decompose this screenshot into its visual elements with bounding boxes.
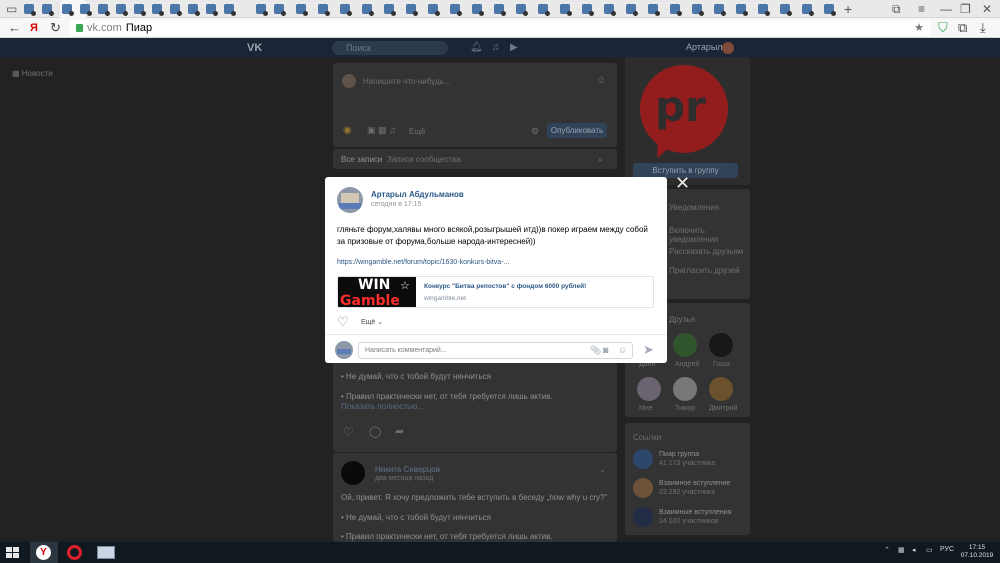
vk-tab-icon[interactable] (274, 4, 286, 16)
comment-placeholder: Написать комментарий... (365, 347, 447, 354)
vk-tab-icon[interactable] (62, 4, 74, 16)
comment-input[interactable]: Написать комментарий... 📎︎ ◙ ☺ (358, 342, 633, 359)
commenter-avatar (335, 341, 353, 359)
star-icon[interactable]: ☆ (400, 279, 410, 292)
snippet-domain: wingamble.net (424, 295, 466, 302)
vk-tab-icon[interactable] (134, 4, 146, 16)
vk-tab-icon[interactable] (152, 4, 164, 16)
vk-tab-icon[interactable] (560, 4, 572, 16)
author-avatar[interactable] (337, 187, 363, 213)
close-modal-icon[interactable]: ✕ (675, 174, 690, 192)
vk-tab-icon[interactable] (340, 4, 352, 16)
menu-icon[interactable]: ≡ (918, 2, 925, 16)
vk-tab-icon[interactable] (758, 4, 770, 16)
like-icon[interactable]: ♡ (337, 315, 349, 328)
vk-tab-icon[interactable] (428, 4, 440, 16)
bookmark-icon[interactable]: ★ (914, 20, 924, 36)
new-tab-button[interactable]: + (844, 2, 852, 16)
camera-icon[interactable]: ◙ (603, 343, 608, 358)
lock-icon (76, 24, 83, 32)
vk-tab-icon[interactable] (824, 4, 836, 16)
vk-tab-icon[interactable] (384, 4, 396, 16)
tray-network-icon[interactable]: ▦ (898, 546, 905, 554)
send-icon[interactable]: ➤ (643, 343, 654, 357)
vk-tab-icon[interactable] (692, 4, 704, 16)
vk-tab-icon[interactable] (714, 4, 726, 16)
vk-tab-icon[interactable] (670, 4, 682, 16)
opera-taskbar-icon[interactable] (61, 542, 89, 563)
vk-tab-icon[interactable] (188, 4, 200, 16)
vk-tab-icon[interactable] (256, 4, 268, 16)
emoji-icon[interactable]: ☺ (618, 343, 627, 358)
vk-tab-icon[interactable] (80, 4, 92, 16)
address-bar[interactable]: vk.com Пиар ★ (70, 20, 930, 36)
windows-start-icon[interactable] (6, 547, 19, 558)
taskbar-clock[interactable]: 17:15 07.10.2019 (960, 544, 994, 560)
link-snippet[interactable]: WIN Gamble ☆ Конкурс "Битва репостов" с … (337, 276, 654, 308)
restore-icon[interactable]: ❐ (960, 2, 971, 16)
more-dropdown[interactable]: Ещё ⌄ (361, 318, 383, 326)
windows-taskbar: Y ⌃ ▦ ◂ ▭ РУС 17:15 07.10.2019 (0, 542, 1000, 563)
tray-battery-icon[interactable]: ▭ (926, 546, 933, 554)
chevron-down-icon: ⌄ (377, 319, 384, 326)
divider (325, 334, 667, 335)
url-domain: vk.com (87, 22, 122, 34)
reload-icon[interactable]: ↻ (50, 20, 61, 36)
url-page-title: Пиар (125, 22, 153, 34)
vk-tab-icon[interactable] (780, 4, 792, 16)
tray-language[interactable]: РУС (940, 546, 954, 553)
vk-tab-icon[interactable] (582, 4, 594, 16)
close-window-icon[interactable]: ✕ (982, 2, 992, 16)
snippet-title[interactable]: Конкурс "Битва репостов" с фондом 6000 р… (424, 283, 586, 290)
vk-tab-icon[interactable] (406, 4, 418, 16)
vk-tab-icon[interactable] (626, 4, 638, 16)
back-icon[interactable]: ← (8, 20, 21, 36)
clock-time: 17:15 (968, 544, 986, 551)
vk-tab-icon[interactable] (736, 4, 748, 16)
vk-tab-icon[interactable] (450, 4, 462, 16)
tray-chevron-icon[interactable]: ⌃ (884, 546, 890, 554)
tabs-overview-icon[interactable]: ▭ (6, 2, 17, 16)
post-date[interactable]: сегодня в 17:15 (371, 201, 421, 208)
browser-toolbar: ← Я ↻ vk.com Пиар ★ ⛉ ⧉ ⤓ (0, 18, 1000, 38)
vk-tab-icon[interactable] (494, 4, 506, 16)
post-modal: Артарыл Абдульманов сегодня в 17:15 глян… (325, 177, 667, 363)
download-icon[interactable]: ⤓ (980, 20, 986, 36)
minimize-icon[interactable]: — (940, 2, 952, 16)
vk-tab-icon[interactable] (604, 4, 616, 16)
yandex-home-icon[interactable]: Я (30, 20, 38, 36)
snippet-image-word2: Gamble (340, 293, 400, 308)
extensions-icon[interactable]: ⧉ (958, 20, 967, 36)
vk-tab-icon[interactable] (802, 4, 814, 16)
vk-tab-icon[interactable] (206, 4, 218, 16)
vk-tab-icon[interactable] (648, 4, 660, 16)
downloads-panel-icon[interactable]: ⧉ (892, 2, 901, 16)
vk-tab-icon[interactable] (472, 4, 484, 16)
vk-tab-icon[interactable] (116, 4, 128, 16)
tray-volume-icon[interactable]: ◂ (912, 546, 916, 554)
vk-tab-icon[interactable] (42, 4, 54, 16)
clock-date: 07.10.2019 (960, 552, 994, 559)
protect-shield-icon[interactable]: ⛉ (938, 20, 948, 36)
vk-tab-icon[interactable] (170, 4, 182, 16)
vk-tab-icon[interactable] (24, 4, 36, 16)
snippet-image-word1: WIN (358, 277, 391, 293)
vk-tab-icon[interactable] (538, 4, 550, 16)
vk-tab-icon[interactable] (516, 4, 528, 16)
explorer-taskbar-icon[interactable] (92, 542, 120, 563)
author-name[interactable]: Артарыл Абдульманов (371, 190, 464, 199)
vk-tab-icon[interactable] (98, 4, 110, 16)
more-label: Ещё (361, 319, 376, 326)
vk-tab-icon[interactable] (224, 4, 236, 16)
vk-tab-icon[interactable] (318, 4, 330, 16)
browser-tab-strip: ▭ + ⧉ ≡ — ❐ ✕ (0, 0, 1000, 18)
attach-icon[interactable]: 📎︎ (590, 343, 601, 358)
vk-tab-icon[interactable] (296, 4, 308, 16)
vk-tab-icon[interactable] (362, 4, 374, 16)
post-text: гляньте форум,халявы много всякой,розыгр… (337, 225, 648, 246)
yandex-browser-taskbar-icon[interactable]: Y (30, 542, 58, 563)
post-link[interactable]: https://wingamble.net/forum/topic/1630-k… (337, 259, 509, 266)
snippet-image[interactable]: WIN Gamble ☆ (338, 277, 416, 308)
